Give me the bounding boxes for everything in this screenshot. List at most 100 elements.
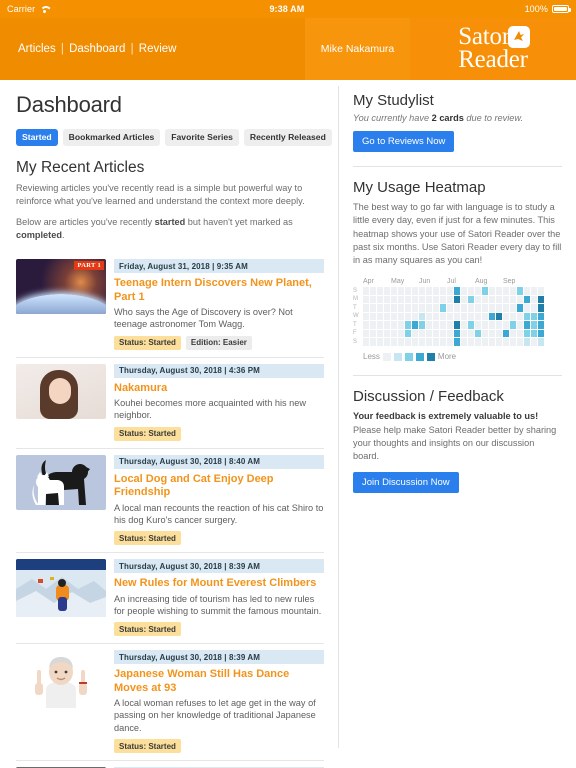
article-thumbnail[interactable] [16, 363, 106, 419]
user-menu[interactable]: Mike Nakamura [305, 18, 410, 80]
heatmap-cell[interactable] [461, 338, 467, 346]
heatmap-cell[interactable] [398, 287, 404, 295]
heatmap-cell[interactable] [517, 329, 523, 338]
article-title-link[interactable]: Teenage Intern Discovers New Planet, Par… [114, 277, 324, 304]
heatmap-cell[interactable] [377, 312, 383, 321]
heatmap-cell[interactable] [496, 329, 502, 338]
heatmap-cell[interactable] [475, 312, 481, 321]
heatmap-cell[interactable] [454, 295, 460, 304]
heatmap-cell[interactable] [363, 295, 369, 304]
heatmap-cell[interactable] [482, 295, 488, 304]
heatmap-cell[interactable] [433, 329, 439, 338]
heatmap-cell[interactable] [510, 304, 516, 312]
heatmap-cell[interactable] [433, 312, 439, 321]
heatmap-cell[interactable] [489, 338, 495, 346]
heatmap-cell[interactable] [531, 329, 537, 338]
heatmap-cell[interactable] [440, 287, 446, 295]
heatmap-cell[interactable] [440, 312, 446, 321]
heatmap-cell[interactable] [524, 338, 530, 346]
heatmap-cell[interactable] [475, 287, 481, 295]
heatmap-cell[interactable] [377, 295, 383, 304]
heatmap-cell[interactable] [461, 321, 467, 329]
heatmap-cell[interactable] [440, 321, 446, 329]
heatmap-cell[interactable] [503, 304, 509, 312]
heatmap-cell[interactable] [475, 321, 481, 329]
heatmap-cell[interactable] [454, 287, 460, 295]
heatmap-cell[interactable] [419, 295, 425, 304]
heatmap-cell[interactable] [454, 329, 460, 338]
heatmap-cell[interactable] [461, 304, 467, 312]
heatmap-cell[interactable] [377, 287, 383, 295]
heatmap-cell[interactable] [433, 295, 439, 304]
heatmap-cell[interactable] [419, 329, 425, 338]
heatmap-cell[interactable] [524, 295, 530, 304]
heatmap-cell[interactable] [531, 321, 537, 329]
heatmap-cell[interactable] [370, 287, 376, 295]
heatmap-cell[interactable] [419, 287, 425, 295]
tab-started[interactable]: Started [16, 129, 58, 146]
heatmap-cell[interactable] [489, 312, 495, 321]
heatmap-cell[interactable] [433, 287, 439, 295]
heatmap-cell[interactable] [503, 287, 509, 295]
heatmap-cell[interactable] [426, 321, 432, 329]
heatmap-cell[interactable] [398, 304, 404, 312]
heatmap-cell[interactable] [538, 338, 544, 346]
join-discussion-button[interactable]: Join Discussion Now [353, 471, 459, 493]
heatmap-cell[interactable] [419, 321, 425, 329]
article-thumbnail[interactable] [16, 650, 106, 709]
heatmap-cell[interactable] [433, 321, 439, 329]
heatmap-cell[interactable] [517, 304, 523, 312]
heatmap-cell[interactable] [412, 312, 418, 321]
tab-recently-released[interactable]: Recently Released [243, 129, 332, 146]
heatmap-cell[interactable] [363, 287, 369, 295]
heatmap-cell[interactable] [370, 321, 376, 329]
heatmap-cell[interactable] [489, 295, 495, 304]
heatmap-cell[interactable] [503, 338, 509, 346]
heatmap-cell[interactable] [496, 295, 502, 304]
heatmap-cell[interactable] [538, 329, 544, 338]
heatmap-cell[interactable] [496, 312, 502, 321]
heatmap-cell[interactable] [398, 338, 404, 346]
heatmap-cell[interactable] [531, 295, 537, 304]
heatmap-cell[interactable] [503, 321, 509, 329]
heatmap-cell[interactable] [524, 329, 530, 338]
heatmap-cell[interactable] [475, 295, 481, 304]
heatmap-cell[interactable] [391, 338, 397, 346]
heatmap-cell[interactable] [426, 287, 432, 295]
heatmap-cell[interactable] [419, 312, 425, 321]
heatmap-cell[interactable] [468, 321, 474, 329]
heatmap-cell[interactable] [517, 321, 523, 329]
heatmap-cell[interactable] [370, 338, 376, 346]
heatmap-cell[interactable] [405, 295, 411, 304]
go-to-reviews-button[interactable]: Go to Reviews Now [353, 131, 455, 152]
heatmap-cell[interactable] [503, 329, 509, 338]
heatmap-cell[interactable] [377, 304, 383, 312]
article-list-item[interactable]: Thursday, August 30, 2018 | 4:36 PM Naka… [16, 358, 324, 449]
heatmap-cell[interactable] [398, 321, 404, 329]
heatmap-cell[interactable] [440, 304, 446, 312]
heatmap-cell[interactable] [426, 295, 432, 304]
heatmap-cell[interactable] [426, 338, 432, 346]
heatmap-cell[interactable] [412, 295, 418, 304]
heatmap-cell[interactable] [468, 304, 474, 312]
heatmap-cell[interactable] [468, 329, 474, 338]
heatmap-cell[interactable] [489, 329, 495, 338]
heatmap-cell[interactable] [370, 312, 376, 321]
heatmap-cell[interactable] [433, 304, 439, 312]
heatmap-cell[interactable] [405, 304, 411, 312]
heatmap-cell[interactable] [510, 287, 516, 295]
heatmap-cell[interactable] [482, 312, 488, 321]
heatmap-cell[interactable] [398, 329, 404, 338]
heatmap-cell[interactable] [517, 295, 523, 304]
heatmap-cell[interactable] [468, 338, 474, 346]
heatmap-cell[interactable] [426, 329, 432, 338]
heatmap-cell[interactable] [377, 321, 383, 329]
article-title-link[interactable]: New Rules for Mount Everest Climbers [114, 577, 324, 590]
article-list-item[interactable]: PART 1 Friday, August 31, 2018 | 9:35 AM… [16, 253, 324, 358]
heatmap-cell[interactable] [391, 304, 397, 312]
heatmap-cell[interactable] [524, 321, 530, 329]
heatmap-cell[interactable] [454, 321, 460, 329]
heatmap-cell[interactable] [384, 304, 390, 312]
heatmap-cell[interactable] [454, 312, 460, 321]
heatmap-cell[interactable] [482, 338, 488, 346]
